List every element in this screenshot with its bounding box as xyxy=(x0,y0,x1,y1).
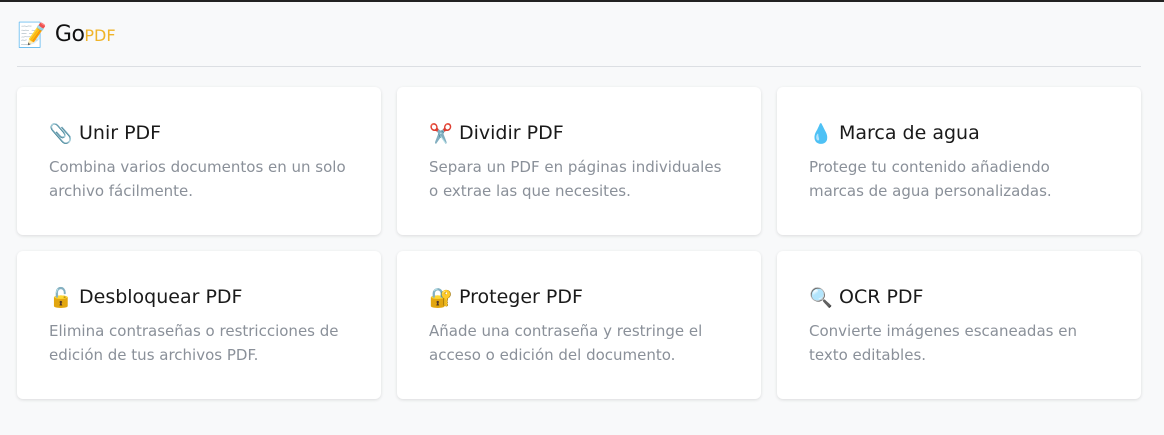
tool-card-dividir-pdf[interactable]: ✂️ Dividir PDF Separa un PDF en páginas … xyxy=(397,87,761,235)
tool-card-ocr-pdf[interactable]: 🔍 OCR PDF Convierte imágenes escaneadas … xyxy=(777,251,1141,399)
app-logo[interactable]: GoPDF xyxy=(55,21,116,50)
tool-card-title-row: 📎 Unir PDF xyxy=(49,119,349,147)
lock-with-key-icon: 🔐 xyxy=(429,286,453,309)
header-divider xyxy=(17,66,1141,67)
tool-card-proteger-pdf[interactable]: 🔐 Proteger PDF Añade una contraseña y re… xyxy=(397,251,761,399)
scissors-icon: ✂️ xyxy=(429,122,453,145)
logo-accent-text: PDF xyxy=(84,25,116,45)
tool-card-title: Unir PDF xyxy=(79,122,162,144)
droplet-icon: 💧 xyxy=(809,122,833,145)
tool-card-title: Proteger PDF xyxy=(459,286,583,308)
tool-card-description: Elimina contraseñas o restricciones de e… xyxy=(49,322,339,364)
tool-card-marca-de-agua[interactable]: 💧 Marca de agua Protege tu contenido aña… xyxy=(777,87,1141,235)
tool-card-title-row: 🔐 Proteger PDF xyxy=(429,283,729,311)
magnifier-icon: 🔍 xyxy=(809,286,833,309)
tool-card-desbloquear-pdf[interactable]: 🔓 Desbloquear PDF Elimina contraseñas o … xyxy=(17,251,381,399)
tool-card-title-row: 💧 Marca de agua xyxy=(809,119,1109,147)
tool-card-title: Marca de agua xyxy=(839,122,980,144)
logo-main-text: Go xyxy=(54,21,85,47)
tool-card-title: Desbloquear PDF xyxy=(79,286,243,308)
tool-card-description: Protege tu contenido añadiendo marcas de… xyxy=(809,158,1052,200)
tool-card-title-row: 🔓 Desbloquear PDF xyxy=(49,283,349,311)
tool-card-title: OCR PDF xyxy=(839,286,924,308)
tool-card-title-row: 🔍 OCR PDF xyxy=(809,283,1109,311)
tool-card-description: Convierte imágenes escaneadas en texto e… xyxy=(809,322,1077,364)
tool-card-description: Combina varios documentos en un solo arc… xyxy=(49,158,346,200)
tool-card-unir-pdf[interactable]: 📎 Unir PDF Combina varios documentos en … xyxy=(17,87,381,235)
memo-icon: 📝 xyxy=(17,21,47,49)
unlock-icon: 🔓 xyxy=(49,286,73,309)
tool-card-description: Añade una contraseña y restringe el acce… xyxy=(429,322,703,364)
tool-card-description: Separa un PDF en páginas individuales o … xyxy=(429,158,722,200)
tools-grid: 📎 Unir PDF Combina varios documentos en … xyxy=(17,87,1141,399)
paperclip-icon: 📎 xyxy=(49,122,73,145)
tool-card-title: Dividir PDF xyxy=(459,122,564,144)
app-header: 📝 GoPDF xyxy=(17,20,116,50)
tool-card-title-row: ✂️ Dividir PDF xyxy=(429,119,729,147)
